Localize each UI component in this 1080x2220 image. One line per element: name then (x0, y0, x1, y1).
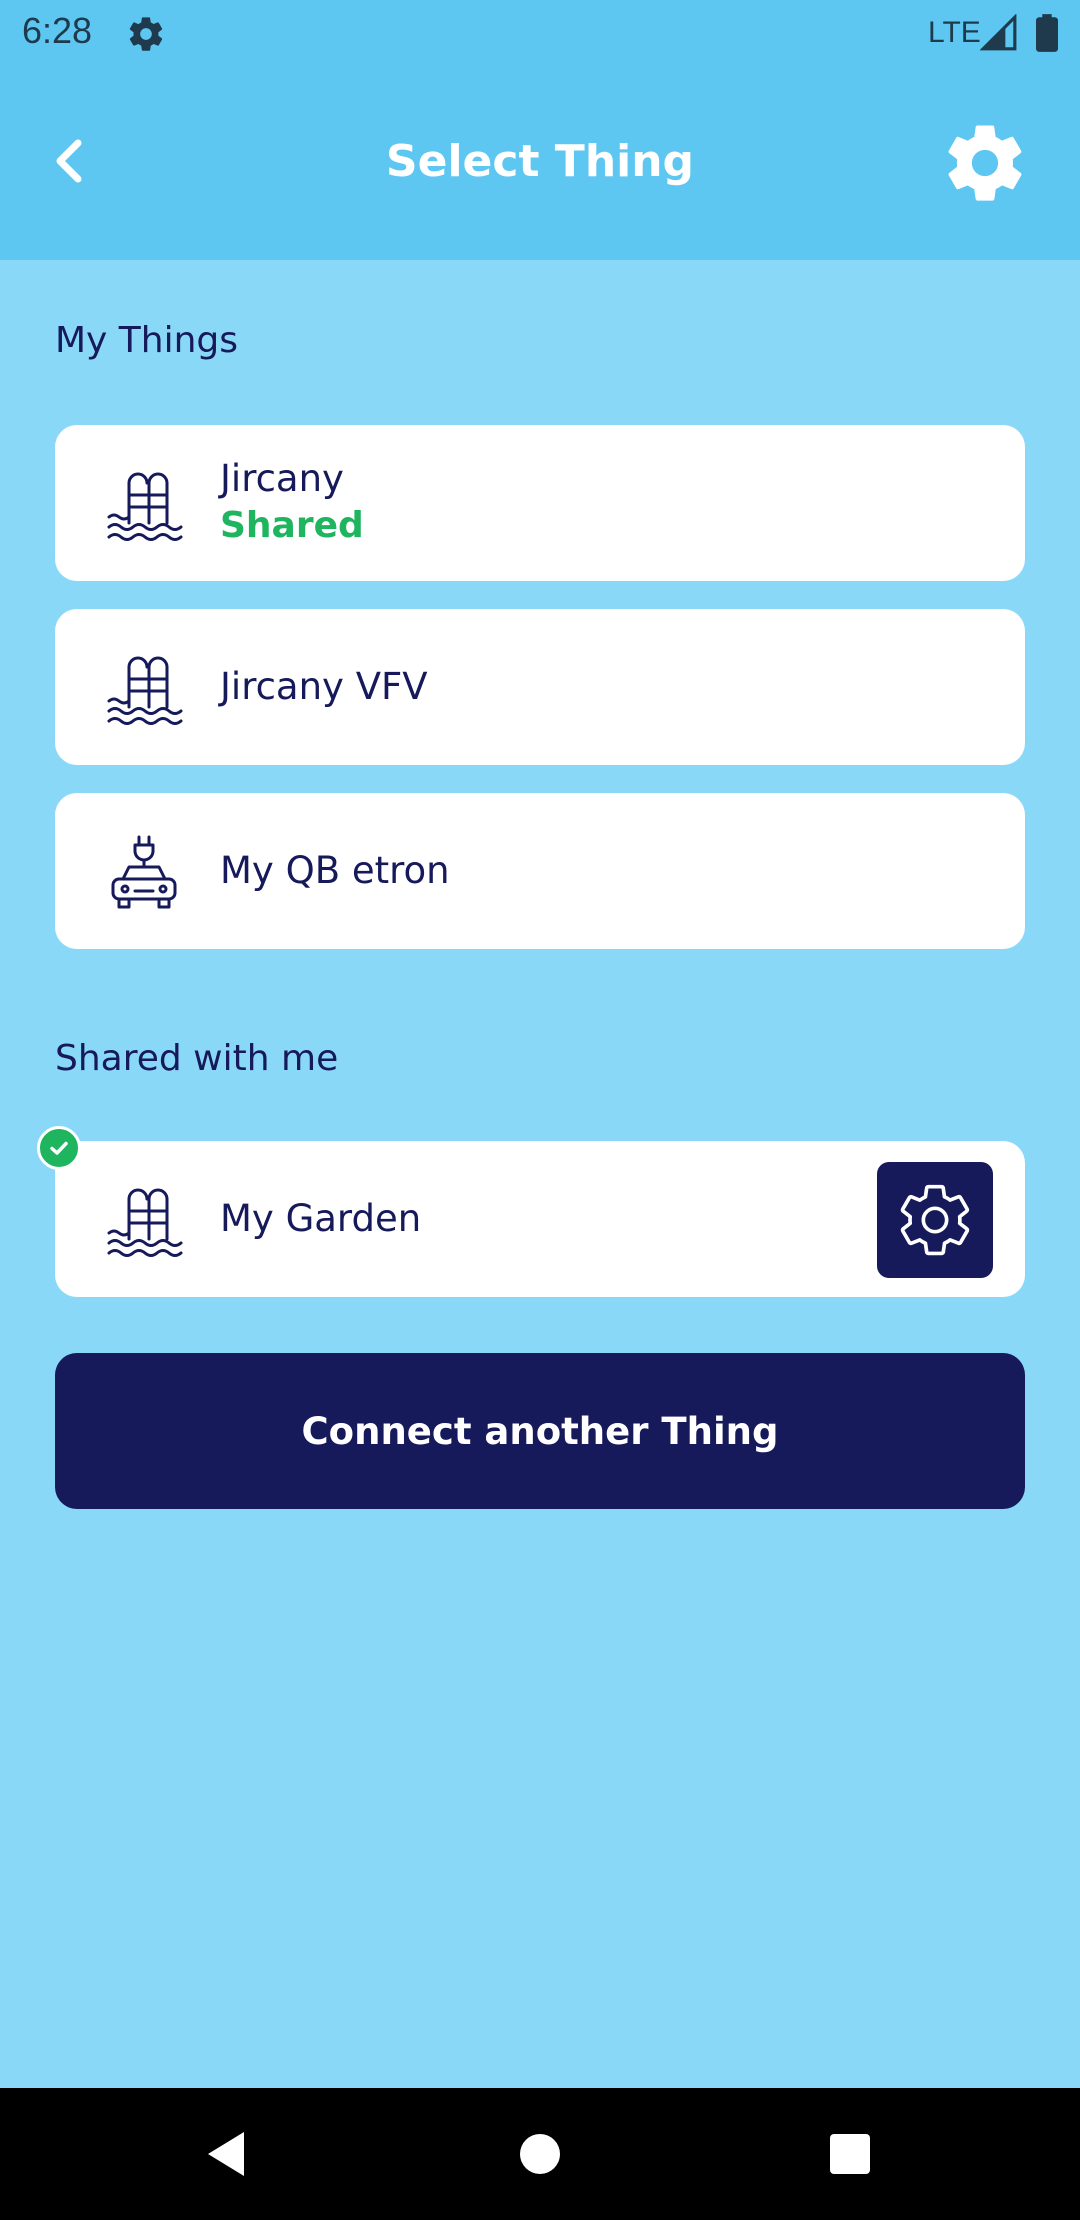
thing-card-jircany-vfv[interactable]: Jircany VFV (55, 609, 1025, 765)
section-title-my-things: My Things (55, 320, 239, 361)
status-time: 6:28 (22, 10, 93, 51)
thing-name: Jircany (220, 457, 344, 500)
home-circle-icon[interactable] (520, 2134, 560, 2174)
page-title: Select Thing (385, 136, 695, 187)
electric-car-icon (111, 835, 177, 909)
signal-icon (980, 14, 1017, 51)
app-bar: Select Thing (0, 66, 1080, 260)
back-triangle-icon[interactable] (204, 2130, 248, 2178)
selected-check-badge (37, 1126, 81, 1170)
connect-another-thing-button[interactable]: Connect another Thing (55, 1353, 1025, 1509)
status-bar: 6:28 LTE (0, 0, 1080, 66)
thing-name: My QB etron (220, 849, 450, 892)
thing-settings-button[interactable] (877, 1162, 993, 1278)
system-nav-bar (0, 2088, 1080, 2220)
pool-ladder-icon (107, 472, 183, 541)
pool-ladder-icon (107, 1188, 183, 1257)
network-type: LTE (928, 16, 981, 49)
thing-name: My Garden (220, 1197, 422, 1240)
thing-card-my-garden[interactable]: My Garden (55, 1141, 1025, 1297)
battery-icon (1036, 14, 1058, 52)
pool-ladder-icon (107, 656, 183, 725)
check-icon (50, 1141, 68, 1155)
thing-name: Jircany VFV (220, 665, 428, 708)
section-title-shared-with-me: Shared with me (55, 1038, 339, 1079)
gear-icon (129, 17, 163, 51)
gear-icon[interactable] (940, 118, 1030, 208)
recents-square-icon[interactable] (830, 2134, 870, 2174)
thing-card-jircany[interactable]: Jircany Shared (55, 425, 1025, 581)
shared-status: Shared (220, 505, 364, 546)
thing-card-my-qb-etron[interactable]: My QB etron (55, 793, 1025, 949)
gear-icon (900, 1184, 970, 1256)
